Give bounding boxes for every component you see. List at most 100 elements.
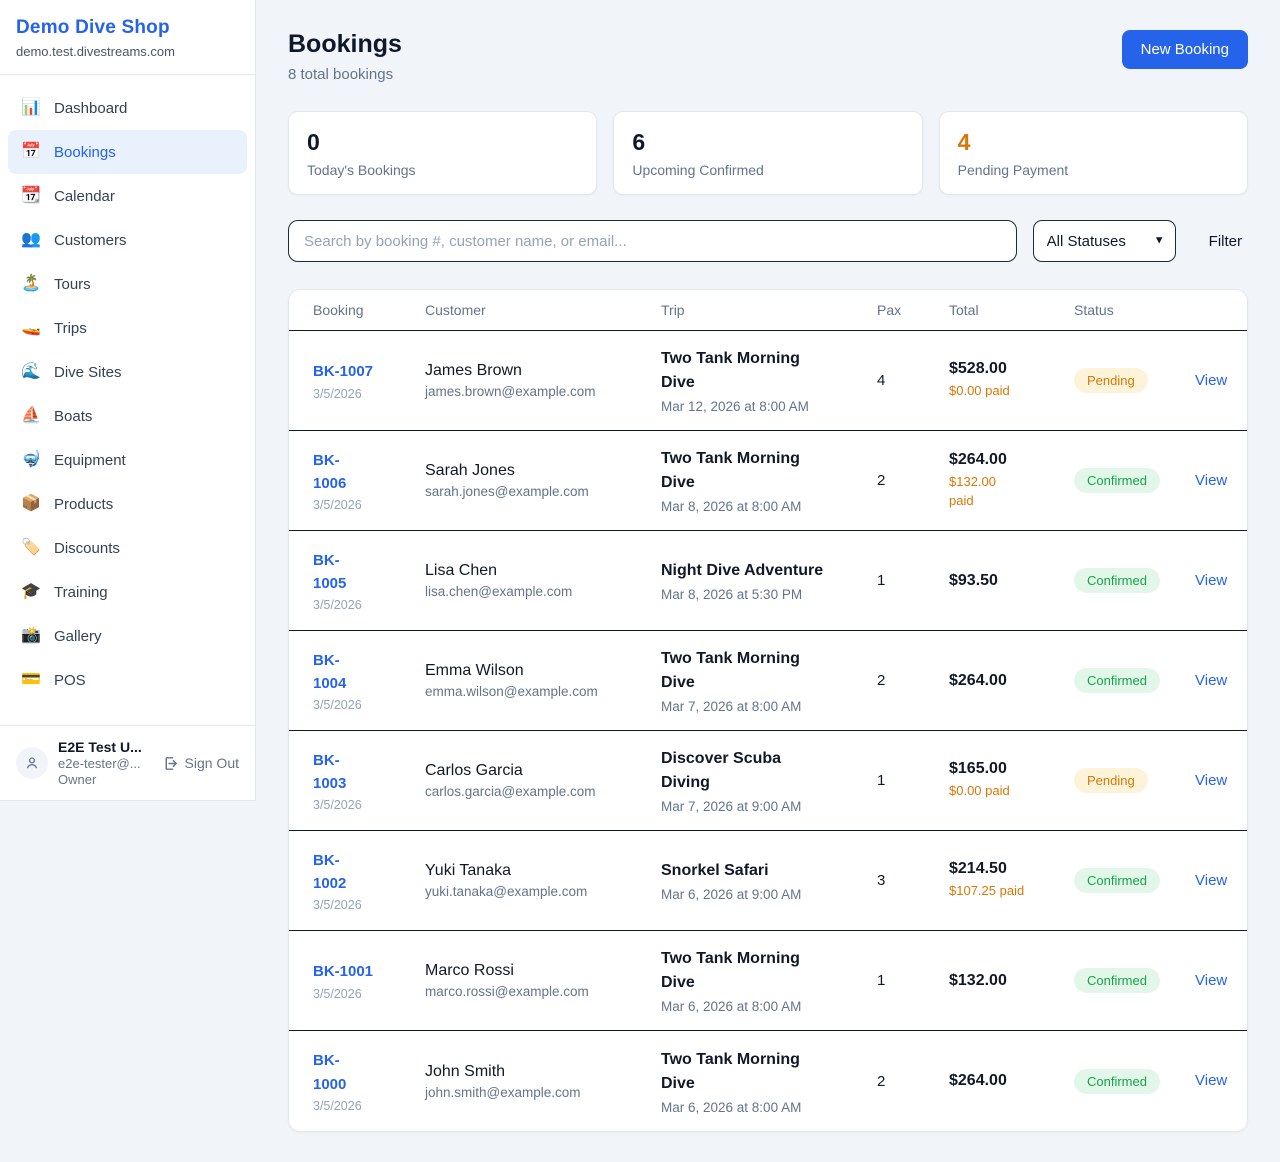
view-link[interactable]: View — [1195, 572, 1227, 589]
booking-cell: BK- 1003 3/5/2026 — [313, 749, 425, 813]
trip-cell: Two Tank Morning Dive Mar 8, 2026 at 8:0… — [661, 447, 877, 514]
sidebar-item-products[interactable]: 📦 Products — [8, 482, 247, 526]
booking-id-link[interactable]: BK-1001 — [313, 960, 373, 983]
tear-off-calendar-icon: 📆 — [21, 188, 41, 204]
view-link[interactable]: View — [1195, 872, 1227, 889]
pax-value: 1 — [877, 772, 949, 789]
trip-datetime: Mar 7, 2026 at 9:00 AM — [661, 799, 841, 814]
total-amount: $264.00 — [949, 451, 1074, 469]
main-content: Bookings 8 total bookings New Booking 0 … — [256, 0, 1280, 1162]
booking-id-link[interactable]: BK- 1003 — [313, 749, 346, 796]
sidebar-item-customers[interactable]: 👥 Customers — [8, 218, 247, 262]
view-link[interactable]: View — [1195, 1072, 1227, 1089]
column-header-booking: Booking — [313, 302, 425, 318]
total-cell: $264.00 — [949, 672, 1074, 690]
customer-cell: Emma Wilson emma.wilson@example.com — [425, 662, 661, 699]
new-booking-button[interactable]: New Booking — [1122, 30, 1248, 69]
customer-name: Lisa Chen — [425, 562, 661, 580]
actions-cell: View — [1195, 672, 1227, 690]
pax-value: 3 — [877, 872, 949, 889]
trip-name: Two Tank Morning Dive — [661, 947, 833, 995]
customer-cell: James Brown james.brown@example.com — [425, 362, 661, 399]
sidebar-item-label: Calendar — [54, 188, 115, 205]
status-filter-wrap: All Statuses ▼ — [1033, 220, 1176, 262]
booking-id-link[interactable]: BK- 1005 — [313, 549, 346, 596]
booking-id-link[interactable]: BK- 1000 — [313, 1049, 346, 1096]
sidebar-item-label: Tours — [54, 276, 91, 293]
sidebar-item-calendar[interactable]: 📆 Calendar — [8, 174, 247, 218]
total-amount: $214.50 — [949, 860, 1074, 878]
view-link[interactable]: View — [1195, 672, 1227, 689]
view-link[interactable]: View — [1195, 772, 1227, 789]
column-header-pax: Pax — [877, 302, 949, 318]
trip-cell: Two Tank Morning Dive Mar 12, 2026 at 8:… — [661, 347, 877, 414]
person-icon — [24, 755, 40, 771]
camera-icon: 📸 — [21, 628, 41, 644]
status-filter-select[interactable]: All Statuses — [1033, 220, 1176, 262]
actions-cell: View — [1195, 772, 1227, 790]
customer-email: james.brown@example.com — [425, 384, 661, 399]
toolbar: All Statuses ▼ Filter — [288, 220, 1248, 262]
sign-out-button[interactable]: Sign Out — [162, 755, 239, 772]
bookings-table: Booking Customer Trip Pax Total Status B… — [288, 289, 1248, 1132]
sidebar-item-dive-sites[interactable]: 🌊 Dive Sites — [8, 350, 247, 394]
island-icon: 🏝️ — [21, 276, 41, 292]
tag-icon: 🏷️ — [21, 540, 41, 556]
search-input[interactable] — [288, 220, 1017, 262]
customer-cell: John Smith john.smith@example.com — [425, 1063, 661, 1100]
paid-amount: $0.00 paid — [949, 782, 1074, 801]
graduation-cap-icon: 🎓 — [21, 584, 41, 600]
stat-card-todays-bookings: 0 Today's Bookings — [288, 111, 597, 195]
sidebar-item-bookings[interactable]: 📅 Bookings — [8, 130, 247, 174]
view-link[interactable]: View — [1195, 472, 1227, 489]
booking-cell: BK- 1002 3/5/2026 — [313, 849, 425, 913]
status-cell: Confirmed — [1074, 568, 1195, 593]
paid-amount: $132.00 paid — [949, 473, 1074, 511]
filter-button[interactable]: Filter — [1203, 225, 1248, 258]
sidebar-item-label: Gallery — [54, 628, 102, 645]
total-amount: $93.50 — [949, 572, 1074, 590]
page-header: Bookings 8 total bookings New Booking — [288, 30, 1248, 83]
table-row: BK- 1006 3/5/2026 Sarah Jones sarah.jone… — [289, 431, 1247, 531]
sign-out-label: Sign Out — [185, 755, 239, 771]
sidebar-item-pos[interactable]: 💳 POS — [8, 658, 247, 702]
booking-cell: BK- 1004 3/5/2026 — [313, 649, 425, 713]
booking-id-link[interactable]: BK- 1002 — [313, 849, 346, 896]
actions-cell: View — [1195, 972, 1227, 990]
logout-icon — [162, 755, 179, 772]
table-row: BK-1001 3/5/2026 Marco Rossi marco.rossi… — [289, 931, 1247, 1031]
trip-name: Two Tank Morning Dive — [661, 1048, 833, 1096]
stat-value: 6 — [632, 129, 903, 156]
total-bookings-count: 8 total bookings — [288, 66, 402, 83]
status-cell: Confirmed — [1074, 968, 1195, 993]
stats-row: 0 Today's Bookings 6 Upcoming Confirmed … — [288, 111, 1248, 195]
sidebar-item-dashboard[interactable]: 📊 Dashboard — [8, 86, 247, 130]
trip-datetime: Mar 7, 2026 at 8:00 AM — [661, 699, 841, 714]
booking-id-link[interactable]: BK-1007 — [313, 360, 373, 383]
sidebar-item-training[interactable]: 🎓 Training — [8, 570, 247, 614]
sidebar-item-trips[interactable]: 🚤 Trips — [8, 306, 247, 350]
pax-value: 2 — [877, 472, 949, 489]
customer-email: yuki.tanaka@example.com — [425, 884, 661, 899]
avatar — [16, 747, 48, 779]
total-cell: $132.00 — [949, 972, 1074, 990]
table-row: BK- 1000 3/5/2026 John Smith john.smith@… — [289, 1031, 1247, 1131]
stat-card-pending-payment: 4 Pending Payment — [939, 111, 1248, 195]
status-cell: Pending — [1074, 368, 1195, 393]
status-cell: Confirmed — [1074, 868, 1195, 893]
sidebar-item-gallery[interactable]: 📸 Gallery — [8, 614, 247, 658]
booking-date: 3/5/2026 — [313, 698, 425, 712]
booking-id-link[interactable]: BK- 1006 — [313, 449, 346, 496]
view-link[interactable]: View — [1195, 972, 1227, 989]
sidebar-item-boats[interactable]: ⛵ Boats — [8, 394, 247, 438]
stat-value: 0 — [307, 129, 578, 156]
trip-cell: Snorkel Safari Mar 6, 2026 at 9:00 AM — [661, 859, 877, 902]
sidebar-item-tours[interactable]: 🏝️ Tours — [8, 262, 247, 306]
view-link[interactable]: View — [1195, 372, 1227, 389]
booking-cell: BK- 1006 3/5/2026 — [313, 449, 425, 513]
sidebar-item-equipment[interactable]: 🤿 Equipment — [8, 438, 247, 482]
sidebar-item-discounts[interactable]: 🏷️ Discounts — [8, 526, 247, 570]
booking-id-link[interactable]: BK- 1004 — [313, 649, 346, 696]
customer-email: sarah.jones@example.com — [425, 484, 661, 499]
table-row: BK- 1004 3/5/2026 Emma Wilson emma.wilso… — [289, 631, 1247, 731]
